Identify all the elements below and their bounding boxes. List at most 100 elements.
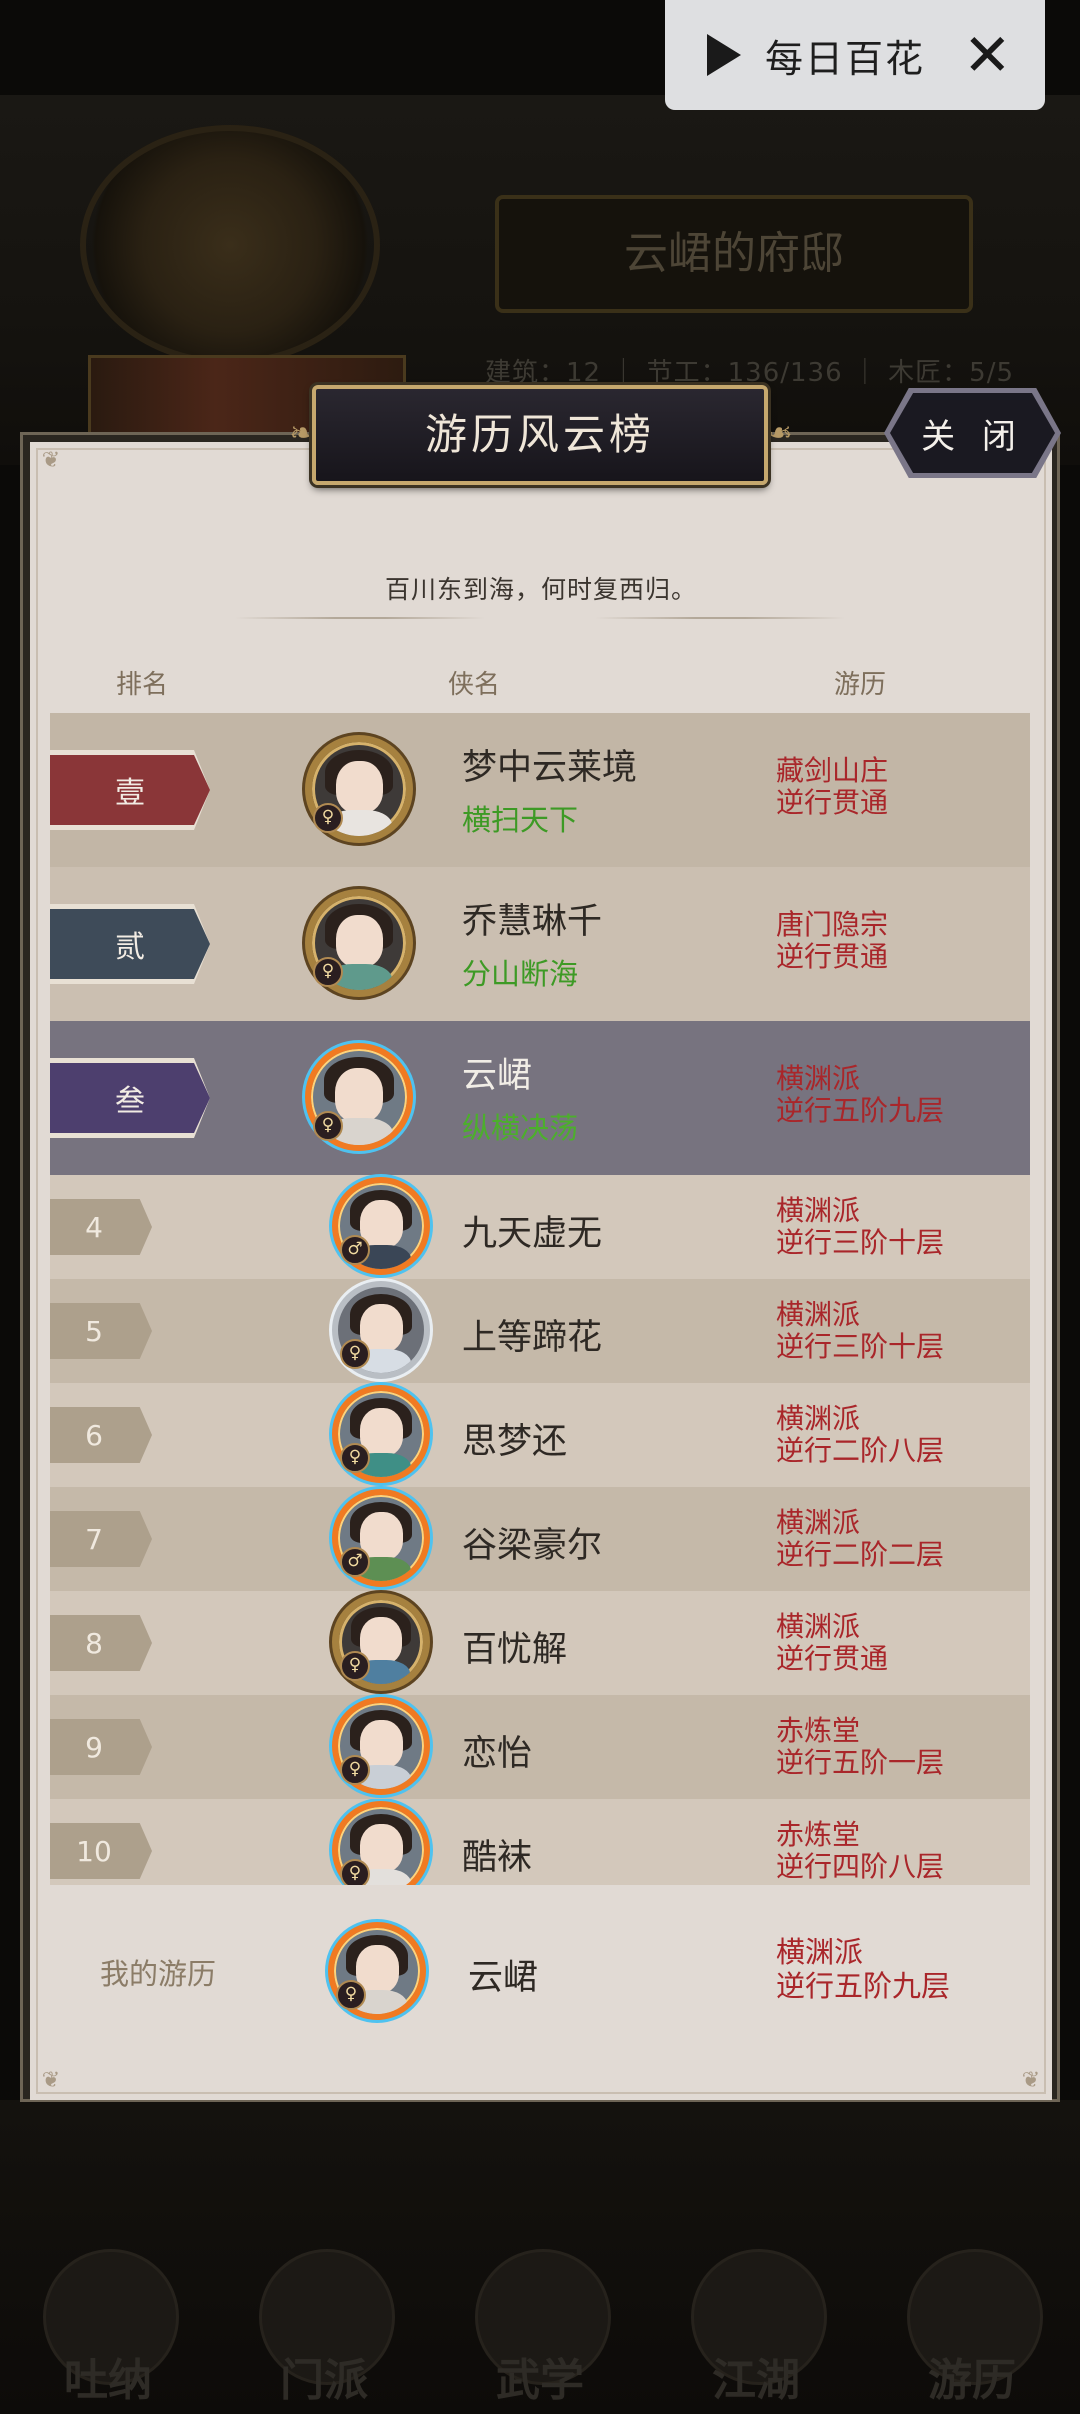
- mansion-stats: 建筑：12 ｜ 节工：136/136 ｜ 木匠：5/5: [485, 358, 1014, 388]
- my-stage: 逆行五阶九层: [776, 1969, 951, 2003]
- player-sect: 横渊派: [776, 1506, 861, 1539]
- player-stage: 逆行三阶十层: [776, 1330, 945, 1363]
- player-name: 谷梁豪尔: [462, 1526, 603, 1566]
- ranking-row-self[interactable]: 叁 ♀ 云峮 纵横决荡 横渊派 逆行五阶九层: [50, 1021, 1030, 1175]
- player-journey: 横渊派 逆行三阶十层: [776, 1299, 944, 1363]
- player-name: 恋怡: [462, 1734, 533, 1774]
- female-gender-icon: ♀: [340, 1443, 370, 1473]
- player-journey: 横渊派 逆行二阶八层: [776, 1403, 944, 1467]
- ranking-list[interactable]: 壹 ♀ 梦中云莱境 横扫天下 藏剑山庄 逆行贯通 贰 ♀ 乔慧琳千 分山断海 唐…: [50, 713, 1030, 1885]
- nav-item-journey: 游历: [887, 2239, 1057, 2414]
- rank-badge: 5: [50, 1303, 152, 1359]
- player-sect: 藏剑山庄: [776, 754, 889, 787]
- my-avatar[interactable]: ♀: [328, 1922, 426, 2020]
- ranking-row[interactable]: 9 ♀ 恋怡 赤炼堂 逆行五阶一层: [50, 1695, 1030, 1799]
- nav-item-martial: 武学: [455, 2239, 625, 2414]
- column-header-rank: 排名: [116, 670, 169, 700]
- mansion-emblem: [80, 125, 380, 365]
- female-gender-icon: ♀: [340, 1755, 370, 1785]
- male-gender-icon: ♂: [340, 1235, 370, 1265]
- avatar[interactable]: ♀: [332, 1801, 430, 1885]
- player-stage: 逆行五阶一层: [776, 1746, 945, 1779]
- player-sect: 赤炼堂: [776, 1714, 861, 1747]
- player-stage: 逆行二阶八层: [776, 1434, 945, 1467]
- player-sect: 横渊派: [776, 1194, 861, 1227]
- avatar[interactable]: ♀: [332, 1281, 430, 1379]
- player-sect: 横渊派: [776, 1402, 861, 1435]
- female-gender-icon: ♀: [340, 1859, 370, 1885]
- player-title: 纵横决荡: [462, 1111, 579, 1145]
- player-stage: 逆行贯通: [776, 1642, 889, 1675]
- ranking-row[interactable]: 贰 ♀ 乔慧琳千 分山断海 唐门隐宗 逆行贯通: [50, 867, 1030, 1021]
- avatar[interactable]: ♀: [305, 889, 413, 997]
- player-journey: 藏剑山庄 逆行贯通: [776, 755, 888, 819]
- player-sect: 赤炼堂: [776, 1818, 861, 1851]
- ranking-row[interactable]: 10 ♀ 酷袜 赤炼堂 逆行四阶八层: [50, 1799, 1030, 1885]
- nav-item-sect: 门派: [239, 2239, 409, 2414]
- player-stage: 逆行贯通: [776, 940, 889, 973]
- rank-badge: 4: [50, 1199, 152, 1255]
- player-name: 思梦还: [462, 1422, 568, 1462]
- player-journey: 横渊派 逆行贯通: [776, 1611, 888, 1675]
- avatar[interactable]: ♂: [332, 1177, 430, 1275]
- mansion-title: 云峮的府邸: [495, 195, 973, 313]
- my-name: 云峮: [468, 1958, 539, 1998]
- close-banner-icon[interactable]: ✕: [963, 26, 1012, 84]
- avatar[interactable]: ♀: [305, 735, 413, 843]
- nav-item-breathing: 吐纳: [23, 2239, 193, 2414]
- ranking-row[interactable]: 6 ♀ 思梦还 横渊派 逆行二阶八层: [50, 1383, 1030, 1487]
- ranking-row[interactable]: 7 ♂ 谷梁豪尔 横渊派 逆行二阶二层: [50, 1487, 1030, 1591]
- my-sect: 横渊派: [776, 1935, 864, 1969]
- ranking-row[interactable]: 8 ♀ 百忧解 横渊派 逆行贯通: [50, 1591, 1030, 1695]
- female-gender-icon: ♀: [340, 1651, 370, 1681]
- player-stage: 逆行二阶二层: [776, 1538, 945, 1571]
- close-button[interactable]: 关 闭: [890, 393, 1055, 473]
- player-name: 乔慧琳千: [462, 902, 603, 942]
- ranking-row[interactable]: 5 ♀ 上等蹄花 横渊派 逆行三阶十层: [50, 1279, 1030, 1383]
- avatar[interactable]: ♂: [332, 1489, 430, 1587]
- rank-badge: 8: [50, 1615, 152, 1671]
- rank-badge: 9: [50, 1719, 152, 1775]
- player-name: 云峮: [462, 1056, 533, 1096]
- nav-item-jianghu: 江湖: [671, 2239, 841, 2414]
- background-bottom: 吐纳 门派 武学 江湖 游历: [0, 2100, 1080, 2414]
- rank-badge: 叁: [50, 1063, 210, 1133]
- player-name: 九天虚无: [462, 1214, 603, 1254]
- corner-ornament-icon: ❦: [41, 448, 61, 473]
- rank-badge: 10: [50, 1823, 152, 1879]
- my-journey: 横渊派 逆行五阶九层: [776, 1935, 950, 2003]
- female-gender-icon: ♀: [313, 957, 343, 987]
- player-title: 横扫天下: [462, 803, 579, 837]
- player-name: 上等蹄花: [462, 1318, 603, 1358]
- player-name: 梦中云莱境: [462, 748, 638, 788]
- ranking-row[interactable]: 4 ♂ 九天虚无 横渊派 逆行三阶十层: [50, 1175, 1030, 1279]
- player-stage: 逆行五阶九层: [776, 1094, 945, 1127]
- female-gender-icon: ♀: [313, 1111, 343, 1141]
- avatar[interactable]: ♀: [305, 1043, 413, 1151]
- avatar[interactable]: ♀: [332, 1697, 430, 1795]
- player-stage: 逆行四阶八层: [776, 1850, 945, 1883]
- player-sect: 唐门隐宗: [776, 908, 889, 941]
- player-stage: 逆行三阶十层: [776, 1226, 945, 1259]
- ranking-row[interactable]: 壹 ♀ 梦中云莱境 横扫天下 藏剑山庄 逆行贯通: [50, 713, 1030, 867]
- player-journey: 赤炼堂 逆行五阶一层: [776, 1715, 944, 1779]
- daily-flower-banner[interactable]: 每日百花 ✕: [665, 0, 1045, 110]
- player-name: 酷袜: [462, 1838, 533, 1878]
- rank-badge: 7: [50, 1511, 152, 1567]
- player-journey: 赤炼堂 逆行四阶八层: [776, 1819, 944, 1883]
- player-stage: 逆行贯通: [776, 786, 889, 819]
- avatar[interactable]: ♀: [332, 1385, 430, 1483]
- avatar[interactable]: ♀: [332, 1593, 430, 1691]
- rank-badge: 壹: [50, 755, 210, 825]
- corner-ornament-icon: ❦: [1021, 2068, 1041, 2093]
- male-gender-icon: ♂: [340, 1547, 370, 1577]
- panel-subtitle: 百川东到海，何时复西归。: [384, 575, 697, 604]
- column-header-name: 侠名: [448, 670, 501, 700]
- player-title: 分山断海: [462, 957, 579, 991]
- female-gender-icon: ♀: [340, 1339, 370, 1369]
- play-icon[interactable]: [707, 34, 741, 76]
- my-journey-label: 我的游历: [100, 1957, 217, 1991]
- player-journey: 横渊派 逆行二阶二层: [776, 1507, 944, 1571]
- player-sect: 横渊派: [776, 1610, 861, 1643]
- player-name: 百忧解: [462, 1630, 568, 1670]
